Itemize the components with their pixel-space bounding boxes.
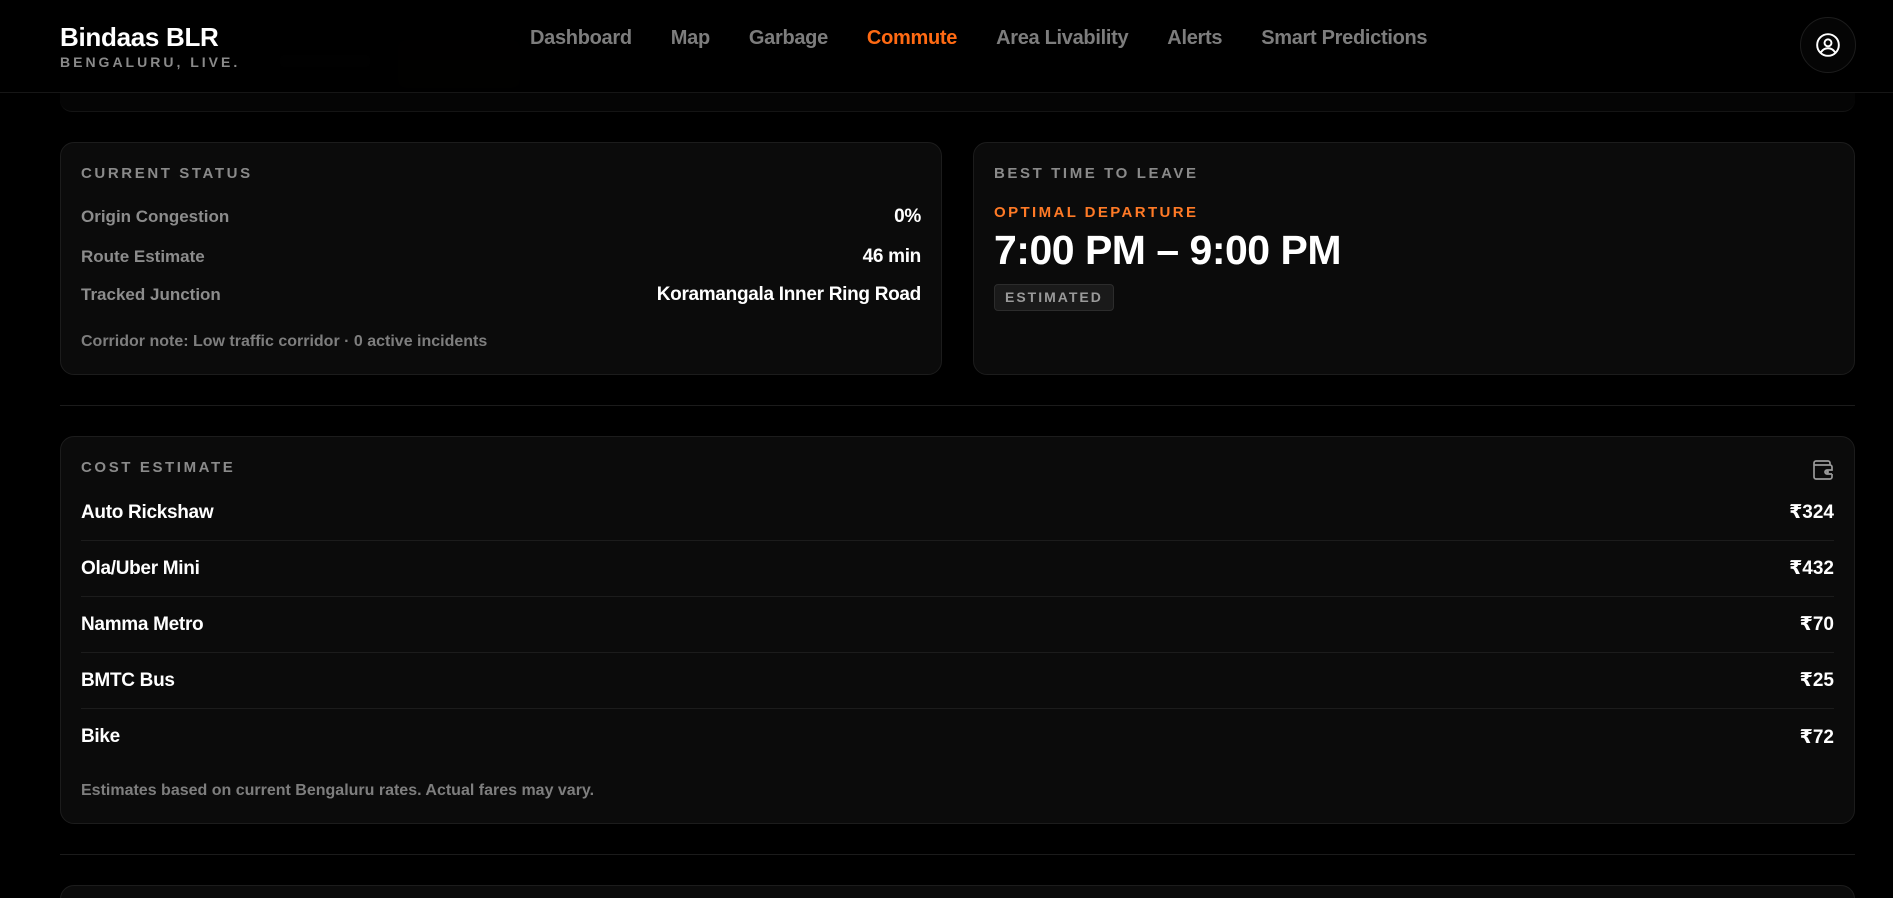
departure-time-range: 7:00 PM – 9:00 PM xyxy=(994,227,1342,273)
cost-disclaimer: Estimates based on current Bengaluru rat… xyxy=(81,782,595,799)
nav-map[interactable]: Map xyxy=(671,27,710,50)
cost-item-namma-metro: Namma Metro ₹70 xyxy=(81,597,1834,653)
cost-estimate-title: COST ESTIMATE xyxy=(81,459,236,476)
section-divider xyxy=(60,854,1855,855)
user-circle-icon xyxy=(1816,33,1840,57)
cost-list: Auto Rickshaw ₹324 Ola/Uber Mini ₹432 Na… xyxy=(81,485,1834,765)
cost-item-ola-uber-mini: Ola/Uber Mini ₹432 xyxy=(81,541,1834,597)
status-row-route-estimate: Route Estimate 46 min xyxy=(81,246,921,268)
brand-title: Bindaas BLR xyxy=(60,22,219,52)
status-row-origin-congestion: Origin Congestion 0% xyxy=(81,206,921,228)
profile-button[interactable] xyxy=(1800,17,1856,73)
top-header: Bindaas BLR BENGALURU, LIVE. Dashboard M… xyxy=(0,0,1893,93)
status-row-tracked-junction: Tracked Junction Koramangala Inner Ring … xyxy=(81,284,921,306)
status-label: Route Estimate xyxy=(81,247,205,266)
best-time-card: BEST TIME TO LEAVE OPTIMAL DEPARTURE 7:0… xyxy=(973,142,1855,375)
cost-price: ₹324 xyxy=(1789,502,1834,523)
next-card-partial xyxy=(60,885,1855,898)
cost-price: ₹72 xyxy=(1799,726,1834,748)
nav-alerts[interactable]: Alerts xyxy=(1167,27,1222,50)
nav-area-livability[interactable]: Area Livability xyxy=(996,27,1129,50)
estimated-badge: ESTIMATED xyxy=(994,284,1114,311)
cost-mode: Auto Rickshaw xyxy=(81,501,214,523)
current-status-title: CURRENT STATUS xyxy=(81,165,253,182)
cost-price: ₹432 xyxy=(1789,558,1834,579)
wallet-icon xyxy=(1813,460,1833,480)
optimal-departure-label: OPTIMAL DEPARTURE xyxy=(994,204,1199,221)
cost-price: ₹25 xyxy=(1799,670,1834,691)
best-time-title: BEST TIME TO LEAVE xyxy=(994,165,1199,182)
cost-item-bike: Bike ₹72 xyxy=(81,709,1834,765)
cost-price: ₹70 xyxy=(1799,614,1834,635)
nav-commute[interactable]: Commute xyxy=(867,27,957,50)
commute-page: Bindaas BLR BENGALURU, LIVE. Dashboard M… xyxy=(0,0,1893,898)
status-value: Koramangala Inner Ring Road xyxy=(656,284,922,305)
brand[interactable]: Bindaas BLR BENGALURU, LIVE. xyxy=(60,22,240,70)
nav-smart-predictions[interactable]: Smart Predictions xyxy=(1261,27,1427,50)
current-status-card: CURRENT STATUS Origin Congestion 0% Rout… xyxy=(60,142,942,375)
nav-garbage[interactable]: Garbage xyxy=(749,27,828,50)
cost-mode: Ola/Uber Mini xyxy=(81,557,200,579)
cost-item-auto-rickshaw: Auto Rickshaw ₹324 xyxy=(81,485,1834,541)
brand-subtitle: BENGALURU, LIVE. xyxy=(60,54,241,70)
cost-mode: Namma Metro xyxy=(81,613,204,635)
status-label: Tracked Junction xyxy=(81,285,221,304)
cost-mode: BMTC Bus xyxy=(81,669,175,691)
cost-item-bmtc-bus: BMTC Bus ₹25 xyxy=(81,653,1834,709)
status-label: Origin Congestion xyxy=(81,207,230,226)
status-value: 46 min xyxy=(862,246,922,267)
corridor-note: Corridor note: Low traffic corridor · 0 … xyxy=(81,333,488,350)
nav-dashboard[interactable]: Dashboard xyxy=(530,27,632,50)
cost-estimate-card: COST ESTIMATE Auto Rickshaw ₹324 Ola/Ube… xyxy=(60,436,1855,824)
section-divider xyxy=(60,405,1855,406)
cost-mode: Bike xyxy=(81,726,120,747)
main-nav: Dashboard Map Garbage Commute Area Livab… xyxy=(530,27,1428,50)
status-value: 0% xyxy=(894,206,921,227)
